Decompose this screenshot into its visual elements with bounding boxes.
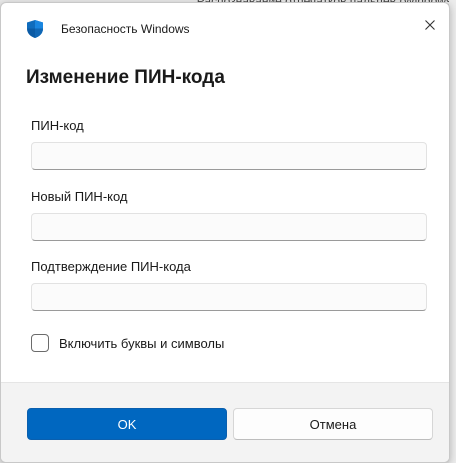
include-letters-symbols-checkbox[interactable] — [31, 334, 49, 352]
cancel-button[interactable]: Отмена — [233, 408, 433, 440]
change-pin-dialog: Безопасность Windows Изменение ПИН-кода … — [0, 2, 450, 463]
dialog-footer: OK Отмена — [1, 382, 449, 462]
app-title: Безопасность Windows — [61, 22, 190, 36]
title-bar: Безопасность Windows — [1, 3, 449, 55]
close-icon — [425, 17, 435, 35]
new-pin-label: Новый ПИН-код — [31, 189, 128, 204]
close-button[interactable] — [415, 11, 445, 41]
ok-button[interactable]: OK — [27, 408, 227, 440]
background-edge — [449, 0, 456, 463]
windows-security-shield-icon — [27, 20, 43, 38]
dialog-title: Изменение ПИН-кода — [26, 67, 225, 88]
confirm-pin-input[interactable] — [31, 283, 427, 311]
include-letters-symbols-option[interactable]: Включить буквы и символы — [31, 334, 224, 352]
confirm-pin-label: Подтверждение ПИН-кода — [31, 259, 191, 274]
current-pin-input[interactable] — [31, 142, 427, 170]
current-pin-label: ПИН-код — [31, 118, 84, 133]
include-letters-symbols-label: Включить буквы и символы — [59, 335, 225, 351]
new-pin-input[interactable] — [31, 213, 427, 241]
